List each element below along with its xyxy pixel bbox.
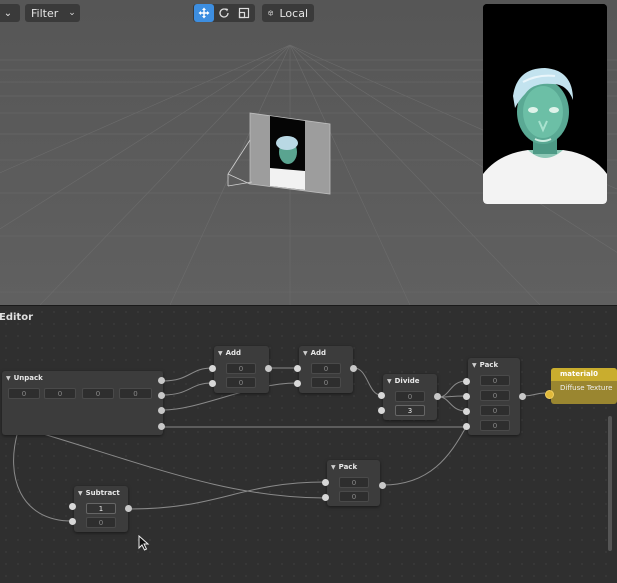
node-title: Pack: [479, 361, 499, 369]
move-tool-button[interactable]: [194, 4, 214, 22]
node-title: Unpack: [13, 374, 43, 382]
collapse-triangle-icon[interactable]: ▼: [331, 464, 336, 471]
input-port[interactable]: [294, 380, 301, 387]
pack-input-x[interactable]: 0: [480, 375, 510, 386]
node-title: Subtract: [85, 489, 120, 497]
pack-input-w[interactable]: 0: [480, 420, 510, 431]
rotate-tool-button[interactable]: [214, 4, 234, 22]
input-port[interactable]: [209, 365, 216, 372]
unpack-field-w[interactable]: 0: [119, 388, 152, 399]
pack-input-z[interactable]: 0: [480, 405, 510, 416]
output-port[interactable]: [125, 505, 132, 512]
node-add[interactable]: ▼ Add 0 0: [299, 346, 353, 393]
output-port[interactable]: [158, 407, 165, 414]
unpack-field-x[interactable]: 0: [8, 388, 40, 399]
input-port[interactable]: [209, 380, 216, 387]
view-menu-button[interactable]: ⌄: [0, 4, 20, 22]
space-toggle-button[interactable]: Local: [262, 4, 314, 22]
subtract-input-b[interactable]: 0: [86, 517, 116, 528]
pack-input-x[interactable]: 0: [339, 477, 369, 488]
node-title: Add: [310, 349, 327, 357]
output-port[interactable]: [434, 393, 441, 400]
node-unpack[interactable]: ▼ Unpack 0 0 0 0: [2, 371, 163, 435]
output-port[interactable]: [350, 365, 357, 372]
input-port[interactable]: [322, 494, 329, 501]
node-title: Divide: [394, 377, 420, 385]
scale-icon: [238, 7, 250, 19]
input-port[interactable]: [294, 365, 301, 372]
input-port[interactable]: [463, 408, 470, 415]
input-port[interactable]: [69, 503, 76, 510]
node-header: ▼ Divide: [383, 374, 437, 388]
input-port[interactable]: [322, 479, 329, 486]
diffuse-texture-label: Diffuse Texture: [560, 384, 613, 392]
node-add[interactable]: ▼ Add 0 0: [214, 346, 269, 393]
mouse-pointer-icon: [138, 535, 150, 551]
chevron-down-icon: ⌄: [68, 8, 76, 18]
add-input-b[interactable]: 0: [226, 377, 256, 388]
filter-dropdown[interactable]: Filter ⌄: [25, 4, 80, 22]
collapse-triangle-icon[interactable]: ▼: [218, 350, 223, 357]
camera-preview: [483, 4, 607, 204]
output-port[interactable]: [519, 393, 526, 400]
add-input-b[interactable]: 0: [311, 377, 341, 388]
divide-input-b[interactable]: 3: [395, 405, 425, 416]
input-port[interactable]: [463, 423, 470, 430]
chevron-down-icon: ⌄: [3, 7, 13, 19]
input-port[interactable]: [378, 407, 385, 414]
filter-label: Filter: [31, 6, 59, 20]
collapse-triangle-icon[interactable]: ▼: [6, 375, 11, 382]
input-port[interactable]: [378, 392, 385, 399]
collapse-triangle-icon[interactable]: ▼: [472, 362, 477, 369]
collapse-triangle-icon[interactable]: ▼: [78, 490, 83, 497]
material-title: material0: [551, 368, 617, 381]
input-port[interactable]: [463, 378, 470, 385]
subtract-input-a[interactable]: 1: [86, 503, 116, 514]
node-divide[interactable]: ▼ Divide 0 3: [383, 374, 437, 420]
add-input-a[interactable]: 0: [226, 363, 256, 374]
output-port[interactable]: [379, 482, 386, 489]
pack-input-y[interactable]: 0: [339, 491, 369, 502]
node-title: Pack: [338, 463, 358, 471]
output-port[interactable]: [158, 377, 165, 384]
rotate-icon: [219, 8, 229, 18]
node-pack[interactable]: ▼ Pack 0 0: [327, 460, 380, 506]
preview-image: [483, 4, 607, 204]
node-header: ▼ Pack: [327, 460, 380, 474]
space-label: Local: [279, 6, 308, 20]
node-header: ▼ Unpack: [2, 371, 163, 385]
pack-input-y[interactable]: 0: [480, 390, 510, 401]
node-header: ▼ Add: [299, 346, 353, 360]
divide-input-a[interactable]: 0: [395, 391, 425, 402]
output-port[interactable]: [158, 423, 165, 430]
collapse-triangle-icon[interactable]: ▼: [387, 378, 392, 385]
node-subtract[interactable]: ▼ Subtract 1 0: [74, 486, 128, 532]
collapse-triangle-icon[interactable]: ▼: [303, 350, 308, 357]
node-pack[interactable]: ▼ Pack 0 0 0 0: [468, 358, 520, 435]
output-port[interactable]: [158, 392, 165, 399]
scene-viewport[interactable]: ⌄ Filter ⌄ Local: [0, 0, 617, 305]
input-port[interactable]: [463, 393, 470, 400]
unpack-field-y[interactable]: 0: [44, 388, 76, 399]
node-header: ▼ Subtract: [74, 486, 128, 500]
unpack-field-z[interactable]: 0: [82, 388, 114, 399]
input-port[interactable]: [69, 518, 76, 525]
node-title: Add: [225, 349, 242, 357]
transform-tools: [193, 4, 255, 22]
cube-icon: [268, 10, 274, 16]
node-header: ▼ Add: [214, 346, 269, 360]
move-icon: [198, 7, 210, 19]
scale-tool-button[interactable]: [234, 4, 254, 22]
node-editor-panel[interactable]: Editor ▼ Unpack 0 0 0 0 ▼ Add 0 0 ▼ Add …: [0, 306, 617, 583]
node-material-output[interactable]: material0 Diffuse Texture: [551, 368, 617, 404]
node-header: ▼ Pack: [468, 358, 520, 372]
output-port[interactable]: [265, 365, 272, 372]
vertical-scrollbar[interactable]: [608, 416, 612, 551]
diffuse-texture-port[interactable]: [545, 390, 554, 399]
add-input-a[interactable]: 0: [311, 363, 341, 374]
